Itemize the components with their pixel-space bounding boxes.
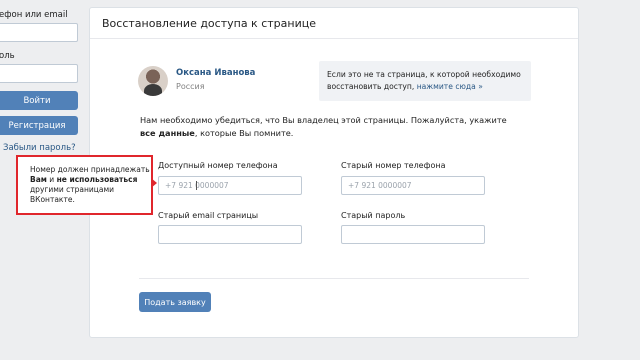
login-button[interactable]: Войти bbox=[0, 91, 78, 110]
forgot-password-link[interactable]: Забыли пароль? bbox=[3, 143, 76, 153]
tooltip-bold-you: Вам bbox=[30, 175, 47, 184]
submit-request-button[interactable]: Подать заявку bbox=[139, 292, 211, 312]
login-phone-input[interactable] bbox=[0, 23, 78, 42]
instructions-text: Нам необходимо убедиться, что Вы владеле… bbox=[140, 114, 520, 140]
instructions-part2: , которые Вы помните. bbox=[194, 128, 294, 138]
click-here-link[interactable]: нажмите сюда » bbox=[417, 82, 483, 91]
tooltip-text: Номер должен принадлежать Вам и не испол… bbox=[30, 165, 150, 205]
old-phone-input[interactable]: +7 921 0000007 bbox=[341, 176, 485, 195]
old-email-input[interactable] bbox=[158, 225, 302, 244]
old-password-input[interactable] bbox=[341, 225, 485, 244]
login-password-input[interactable] bbox=[0, 64, 78, 83]
available-phone-input[interactable]: +7 921 0000007 bbox=[158, 176, 302, 195]
instructions-part1: Нам необходимо убедиться, что Вы владеле… bbox=[140, 115, 507, 125]
tooltip-and: и bbox=[46, 175, 57, 184]
title-divider bbox=[90, 38, 578, 39]
tooltip-line1: Номер должен принадлежать bbox=[30, 165, 150, 174]
old-password-label: Старый пароль bbox=[341, 211, 406, 220]
profile-name-link[interactable]: Оксана Иванова bbox=[176, 68, 255, 78]
login-password-label: оль bbox=[0, 51, 15, 61]
text-cursor-icon bbox=[196, 181, 197, 190]
restore-access-card: Восстановление доступа к странице Оксана… bbox=[89, 7, 579, 338]
tooltip-arrow-icon bbox=[151, 178, 157, 188]
phone-hint-tooltip: Номер должен принадлежать Вам и не испол… bbox=[16, 155, 153, 215]
tooltip-bold-not-used: не использоваться bbox=[56, 175, 138, 184]
tooltip-line3: другими страницами ВКонтакте. bbox=[30, 185, 114, 204]
login-phone-label: ефон или email bbox=[0, 10, 68, 20]
profile-country: Россия bbox=[176, 82, 205, 91]
avatar[interactable] bbox=[138, 66, 168, 96]
old-phone-label: Старый номер телефона bbox=[341, 161, 446, 170]
register-button[interactable]: Регистрация bbox=[0, 116, 78, 135]
available-phone-label: Доступный номер телефона bbox=[158, 161, 278, 170]
old-email-label: Старый email страницы bbox=[158, 211, 259, 220]
page-title: Восстановление доступа к странице bbox=[102, 17, 316, 30]
instructions-bold: все данные bbox=[140, 128, 195, 138]
wrong-page-notice: Если это не та страница, к которой необх… bbox=[319, 61, 531, 101]
form-divider bbox=[139, 278, 529, 279]
